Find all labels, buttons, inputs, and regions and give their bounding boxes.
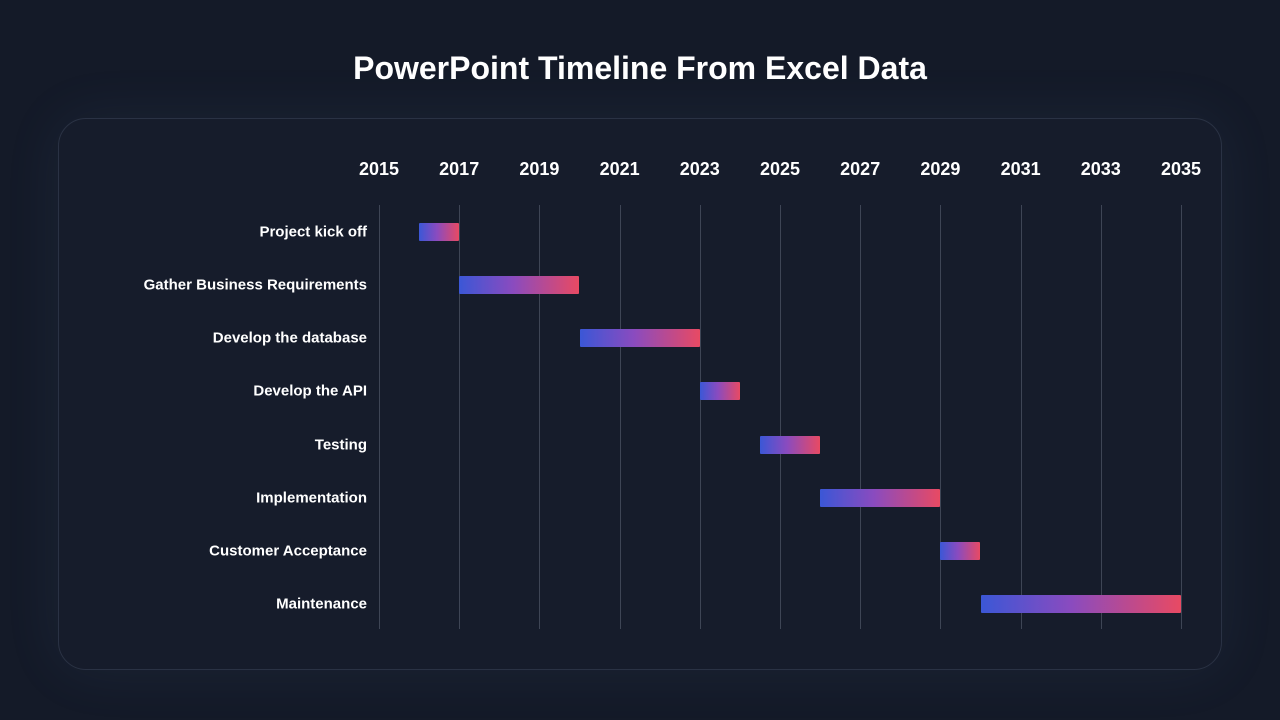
task-bar — [760, 436, 820, 454]
x-tick-label: 2029 — [920, 159, 960, 180]
x-tick-label: 2027 — [840, 159, 880, 180]
slide-title: PowerPoint Timeline From Excel Data — [0, 0, 1280, 87]
task-bar — [459, 276, 579, 294]
task-label: Project kick off — [99, 223, 367, 240]
task-label: Gather Business Requirements — [99, 276, 367, 293]
x-tick-label: 2031 — [1001, 159, 1041, 180]
task-bar — [981, 595, 1182, 613]
task-label: Develop the API — [99, 383, 367, 400]
x-tick-label: 2017 — [439, 159, 479, 180]
bar-track — [379, 525, 1181, 578]
task-row: Maintenance — [99, 578, 1181, 631]
x-axis: 2015201720192021202320252027202920312033… — [379, 159, 1181, 199]
task-row: Develop the database — [99, 312, 1181, 365]
bar-track — [379, 312, 1181, 365]
task-bar — [700, 382, 740, 400]
task-bar — [419, 223, 459, 241]
bar-track — [379, 258, 1181, 311]
task-row: Testing — [99, 418, 1181, 471]
task-bar — [820, 489, 940, 507]
task-bar — [580, 329, 700, 347]
bar-track — [379, 365, 1181, 418]
bar-track — [379, 578, 1181, 631]
x-tick-label: 2023 — [680, 159, 720, 180]
slide: PowerPoint Timeline From Excel Data 2015… — [0, 0, 1280, 720]
task-bar — [940, 542, 980, 560]
gridline — [1181, 205, 1182, 629]
x-tick-label: 2035 — [1161, 159, 1201, 180]
task-row: Customer Acceptance — [99, 525, 1181, 578]
x-tick-label: 2021 — [600, 159, 640, 180]
bar-track — [379, 418, 1181, 471]
task-label: Develop the database — [99, 330, 367, 347]
task-row: Gather Business Requirements — [99, 258, 1181, 311]
x-tick-label: 2033 — [1081, 159, 1121, 180]
gantt-chart: 2015 2017 2019 2021 2023 2025 2027 2029 2031 2033… — [99, 159, 1181, 629]
bar-track — [379, 205, 1181, 258]
task-row: Develop the API — [99, 365, 1181, 418]
chart-card: 2015 2017 2019 2021 2023 2025 2027 2029 2031 2033… — [58, 118, 1222, 670]
task-label: Testing — [99, 436, 367, 453]
task-label: Customer Acceptance — [99, 543, 367, 560]
task-label: Implementation — [99, 489, 367, 506]
x-tick-label: 2025 — [760, 159, 800, 180]
task-rows: Project kick off Gather Business Requirem… — [99, 205, 1181, 629]
task-row: Project kick off — [99, 205, 1181, 258]
task-label: Maintenance — [99, 596, 367, 613]
bar-track — [379, 471, 1181, 524]
x-tick-label: 2015 — [359, 159, 399, 180]
task-row: Implementation — [99, 471, 1181, 524]
x-tick-label: 2019 — [519, 159, 559, 180]
